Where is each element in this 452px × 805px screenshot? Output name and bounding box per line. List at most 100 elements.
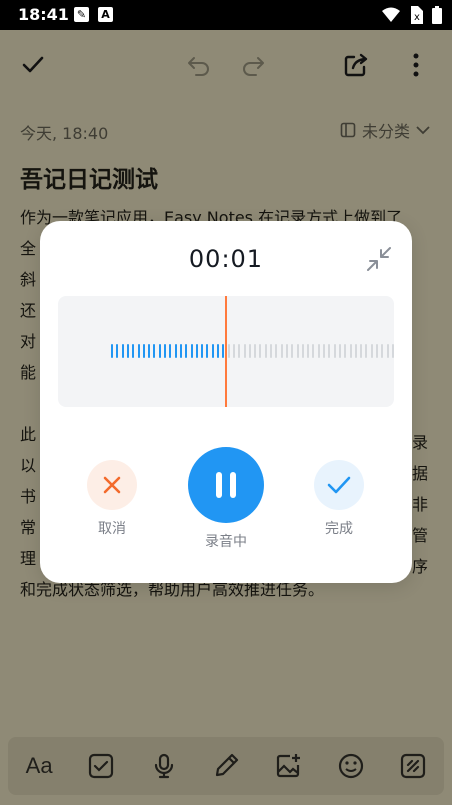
pending-bar: [227, 344, 230, 358]
pending-bar: [285, 344, 288, 358]
battery-icon: [432, 6, 442, 24]
pending-bar: [259, 344, 262, 358]
pending-bar: [323, 344, 325, 358]
undo-icon[interactable]: [184, 50, 214, 80]
pending-bar: [376, 344, 378, 358]
recorded-bar: [164, 344, 166, 358]
note-fragment: 录: [412, 433, 429, 452]
pending-bar: [243, 344, 246, 358]
recorded-bar: [137, 344, 140, 358]
pending-bar: [238, 344, 241, 358]
edit-notify-icon: ✎: [74, 7, 89, 22]
folder-icon: [340, 122, 356, 138]
recorded-bar: [111, 344, 113, 358]
recorded-bar: [153, 344, 156, 358]
note-date: 今天, 18:40: [20, 124, 109, 143]
format-bar: Aa: [8, 737, 444, 795]
wifi-icon: [382, 7, 400, 22]
chevron-down-icon: [416, 126, 430, 135]
more-vert-icon[interactable]: [401, 50, 431, 80]
recorded-bar: [179, 344, 182, 358]
text-style-button[interactable]: Aa: [19, 746, 59, 786]
pending-bar: [349, 344, 352, 358]
no-sim-icon: x: [411, 6, 423, 24]
note-meta: 今天, 18:40 未分类: [20, 118, 430, 143]
pending-bar: [248, 344, 251, 358]
font-a-icon: A: [98, 7, 113, 22]
pending-bar: [317, 344, 320, 358]
redo-icon[interactable]: [238, 50, 268, 80]
pending-bar: [280, 344, 283, 358]
add-image-icon[interactable]: [268, 746, 308, 786]
pending-bar: [264, 344, 267, 358]
recorded-bar: [126, 344, 129, 358]
check-icon[interactable]: [18, 50, 48, 80]
pending-bar: [291, 344, 294, 358]
recorded-bar: [222, 344, 225, 358]
brush-icon[interactable]: [206, 746, 246, 786]
status-time: 18:41: [18, 5, 69, 24]
recorded-bar: [217, 344, 219, 358]
recorded-bar: [195, 344, 198, 358]
pending-bar: [270, 344, 272, 358]
pending-bar: [232, 344, 235, 358]
pause-button[interactable]: 录音中: [187, 447, 265, 551]
pending-bar: [296, 344, 299, 358]
recorded-bar: [148, 344, 151, 358]
done-label: 完成: [325, 521, 353, 537]
recorded-bar: [190, 344, 193, 358]
note-fragment: 非: [412, 495, 429, 514]
svg-text:x: x: [414, 12, 420, 23]
recorded-bar: [201, 344, 204, 358]
pending-bar: [307, 344, 310, 358]
category-selector[interactable]: 未分类: [340, 118, 430, 142]
recorded-bar: [121, 344, 124, 358]
recorded-bar: [169, 344, 172, 358]
recorded-bar: [185, 344, 188, 358]
cancel-label: 取消: [98, 521, 126, 537]
pending-bar: [301, 344, 304, 358]
pending-bar: [370, 344, 373, 358]
pending-bar: [344, 344, 347, 358]
recorded-bar: [142, 344, 145, 358]
tag-icon[interactable]: [393, 746, 433, 786]
recorded-bar: [116, 344, 119, 358]
pending-bar: [391, 344, 394, 358]
pending-bar: [365, 344, 368, 358]
playhead: [225, 296, 227, 407]
pending-bar: [381, 344, 384, 358]
cancel-button[interactable]: 取消: [86, 460, 138, 538]
waveform: [58, 296, 394, 407]
recorded-bar: [158, 344, 161, 358]
check-icon: [314, 460, 364, 510]
pending-bar: [254, 344, 257, 358]
category-label: 未分类: [361, 122, 410, 141]
done-button[interactable]: 完成: [313, 460, 365, 538]
pending-bar: [386, 344, 389, 358]
close-icon: [87, 460, 137, 510]
pending-bar: [338, 344, 341, 358]
recorded-bar: [132, 344, 135, 358]
editor-toolbar: [0, 30, 452, 100]
minimize-icon[interactable]: [366, 246, 392, 272]
recorded-bar: [211, 344, 214, 358]
status-bar: 18:41 ✎ A x: [0, 0, 452, 30]
recording-timer: 00:01: [188, 245, 264, 273]
note-fragment: 序: [412, 557, 429, 576]
pending-bar: [333, 344, 336, 358]
note-fragment: 据: [412, 464, 429, 483]
recording-status: 录音中: [205, 534, 247, 550]
pending-bar: [360, 344, 363, 358]
pending-bar: [312, 344, 315, 358]
emoji-icon[interactable]: [331, 746, 371, 786]
note-fragment: 管: [412, 526, 429, 545]
pending-bar: [328, 344, 331, 358]
recorded-bar: [174, 344, 177, 358]
recorded-bar: [206, 344, 209, 358]
mic-icon[interactable]: [144, 746, 184, 786]
share-icon[interactable]: [341, 50, 371, 80]
checkbox-icon[interactable]: [81, 746, 121, 786]
recording-dialog: 00:01 取消 录音中 完成: [40, 221, 412, 583]
pending-bar: [354, 344, 357, 358]
note-title[interactable]: 吾记日记测试: [20, 160, 158, 194]
